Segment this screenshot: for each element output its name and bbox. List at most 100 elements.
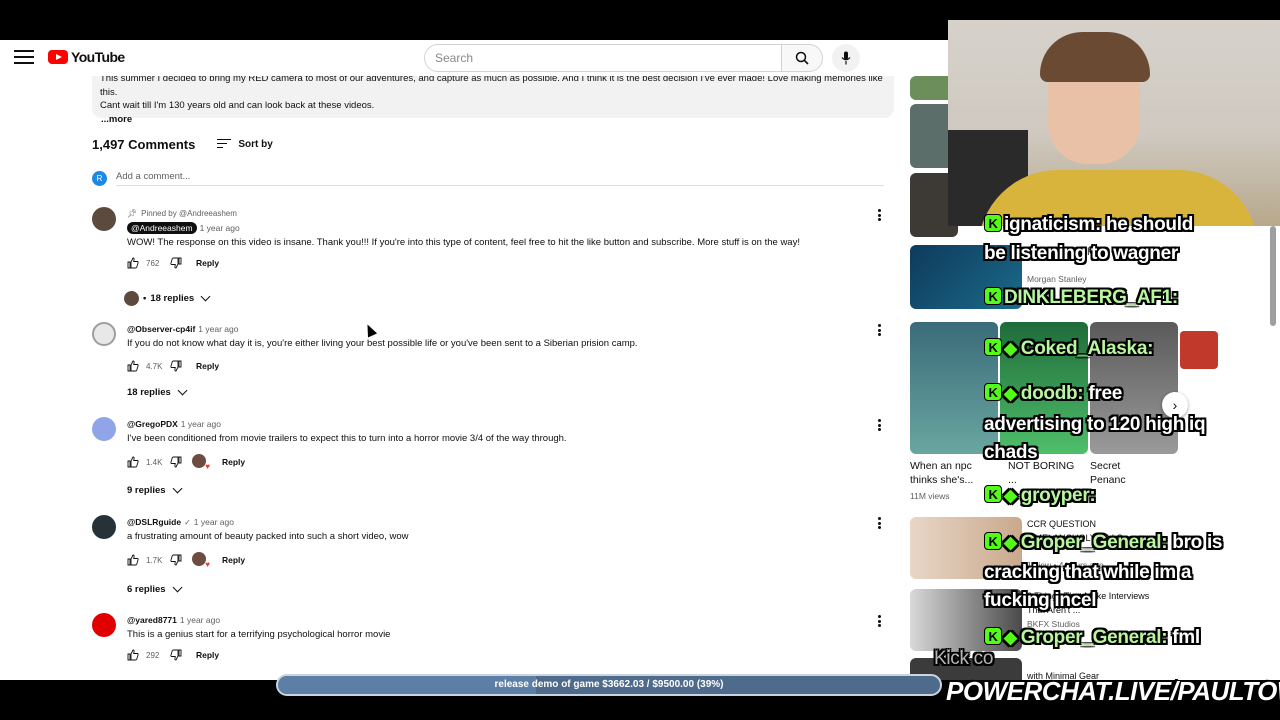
chat-text: Kick co [934,648,994,669]
comment-handle[interactable]: @yared8771 [127,615,177,625]
comment-handle[interactable]: @Andreeashem [127,222,197,234]
shorts-title[interactable]: When an npc thinks she's... [910,459,985,487]
more-options-icon[interactable] [878,324,882,338]
creator-heart-icon: ♥ [192,454,210,471]
shorts-thumbnail[interactable] [1180,331,1218,369]
replies-count: 18 replies [150,293,195,304]
comment-actions: 1.4K ♥ Reply [127,454,867,471]
like-icon[interactable] [127,554,139,566]
chat-username: Coked_Alaska: [1020,338,1154,359]
more-options-icon[interactable] [878,209,882,223]
like-count: 4.7K [146,361,163,371]
chat-text: advertising to 120 high iq [984,414,1206,435]
comment-text: This is a genius start for a terrifying … [127,629,391,640]
like-icon[interactable] [127,360,139,372]
comment-text: WOW! The response on this video is insan… [127,237,800,248]
chat-username: Groper_General: [1020,532,1168,553]
comment-meta: @yared8771 1 year ago [127,613,867,627]
kick-badge-icon: K [984,532,1002,550]
chat-message: chads [984,442,1038,464]
chat-message: K ◆ Groper_General: bro is [984,532,1223,554]
chat-message: Kignaticism: he should [984,214,1193,236]
more-options-icon[interactable] [878,419,882,433]
more-options-icon[interactable] [878,517,882,531]
voice-search-button[interactable] [832,44,860,72]
dislike-icon[interactable] [170,360,182,372]
scrollbar[interactable] [1270,226,1276,326]
like-count: 292 [146,650,160,660]
replies-toggle[interactable]: 6 replies [127,582,183,595]
shorts-title[interactable]: Secret Penanc [1090,459,1150,487]
chat-message: advertising to 120 high iq [984,414,1206,436]
dislike-icon[interactable] [170,649,182,661]
add-comment-input[interactable]: Add a comment... [116,171,884,186]
sort-button[interactable]: Sort by [217,138,273,151]
comment-time[interactable]: 1 year ago [198,324,238,334]
avatar[interactable] [92,417,116,441]
search-icon [795,51,809,65]
comment-handle[interactable]: @GregoPDX [127,419,178,429]
comment-actions: 762 Reply [127,255,867,271]
comment-actions: 4.7K Reply [127,358,867,374]
comment-handle[interactable]: @DSLRguide [127,517,181,527]
dislike-icon[interactable] [170,257,182,269]
chevron-down-icon [172,582,183,593]
like-icon[interactable] [127,649,139,661]
show-more-link[interactable]: ...more [101,113,886,127]
creator-heart-icon: ♥ [192,552,210,569]
like-count: 1.4K [146,457,163,467]
youtube-play-icon [48,50,68,64]
dislike-icon[interactable] [170,554,182,566]
youtube-logo[interactable]: YouTube [48,49,125,65]
comment-text: If you do not know what day it is, you'r… [127,338,638,349]
replies-toggle[interactable]: 9 replies [127,483,183,496]
add-comment-row: R Add a comment... [92,171,884,187]
avatar[interactable] [92,515,116,539]
reply-button[interactable]: Reply [196,258,219,268]
chat-username: doodb: [1020,383,1084,404]
like-icon[interactable] [127,456,139,468]
comment-text: I've been conditioned from movie trailer… [127,433,567,444]
comment-time[interactable]: 1 year ago [180,615,220,625]
like-icon[interactable] [127,257,139,269]
sort-icon [217,138,232,151]
chat-username: groyper: [1020,485,1096,506]
more-options-icon[interactable] [878,615,882,629]
reply-button[interactable]: Reply [222,457,245,467]
menu-icon[interactable] [14,50,34,66]
avatar[interactable] [92,613,116,637]
chat-message: fucking incel [984,590,1097,612]
user-avatar: R [92,171,107,186]
replies-toggle[interactable]: • 18 replies [124,291,211,306]
chat-message: K ◆ Coked_Alaska: [984,338,1153,360]
verified-icon: ✓ [184,517,191,527]
reply-button[interactable]: Reply [196,361,219,371]
comment-handle[interactable]: @Observer-cp4if [127,324,195,334]
chat-message: K DINKLEBERG_AF1: [984,287,1178,309]
comment-actions: 292 Reply [127,647,867,663]
kick-badge-icon: K [984,383,1002,401]
reply-button[interactable]: Reply [222,555,245,565]
avatar[interactable] [92,207,116,231]
chevron-down-icon [177,385,188,396]
video-description[interactable]: This summer I decided to bring my RED ca… [92,76,894,125]
chat-text: be listening to wagner [984,243,1178,264]
comment-time[interactable]: 1 year ago [194,517,234,527]
shorts-views: 11M views [910,491,950,501]
reply-button[interactable]: Reply [196,650,219,660]
search-input[interactable]: Search [424,44,782,72]
chat-message: K ◆ Groper_General: fml [984,627,1200,649]
search-button[interactable] [781,44,823,72]
avatar[interactable] [92,322,116,346]
comment-time[interactable]: 1 year ago [200,223,240,233]
dislike-icon[interactable] [170,456,182,468]
comments-header: 1,497 Comments Sort by [92,137,273,152]
replies-toggle[interactable]: 18 replies [127,385,188,398]
comment-time[interactable]: 1 year ago [181,419,221,429]
microphone-icon [841,51,851,65]
gem-badge-icon: ◆ [1004,486,1017,505]
logo-text: YouTube [71,49,125,65]
chat-message: Kick co [934,648,993,670]
video-channel[interactable]: Morgan Stanley [1027,274,1087,284]
chat-text: chads [984,442,1038,463]
